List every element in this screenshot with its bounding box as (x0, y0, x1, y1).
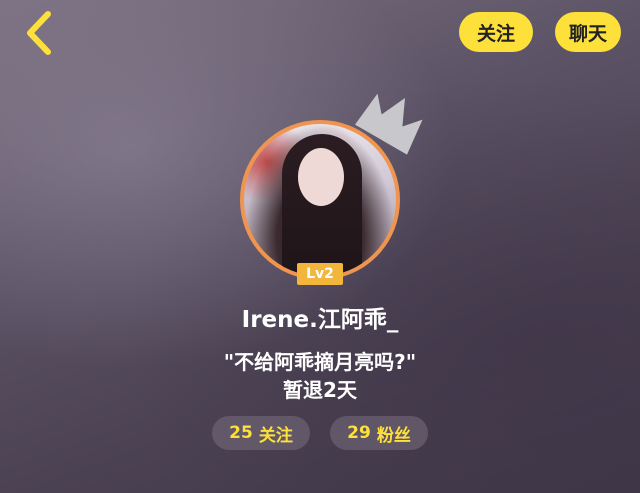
level-badge: Lv2 (297, 263, 343, 285)
following-count: 25 (229, 423, 253, 443)
status-text: 暂退2天 (283, 378, 357, 402)
bio-text: "不给阿乖摘月亮吗?" (223, 350, 417, 374)
following-count-button[interactable]: 25 关注 (212, 416, 310, 450)
avatar[interactable] (240, 120, 400, 280)
following-label: 关注 (258, 425, 293, 446)
avatar-face (298, 148, 344, 206)
chevron-left-icon (27, 11, 51, 55)
chat-button[interactable]: 聊天 (555, 12, 621, 52)
username: Irene.江阿乖_ (241, 307, 399, 333)
avatar-image (240, 120, 400, 280)
back-button[interactable] (14, 8, 64, 58)
fans-count: 29 (347, 423, 371, 443)
follow-button[interactable]: 关注 (459, 12, 533, 52)
fans-label: 粉丝 (376, 425, 411, 446)
fans-count-button[interactable]: 29 粉丝 (330, 416, 428, 450)
